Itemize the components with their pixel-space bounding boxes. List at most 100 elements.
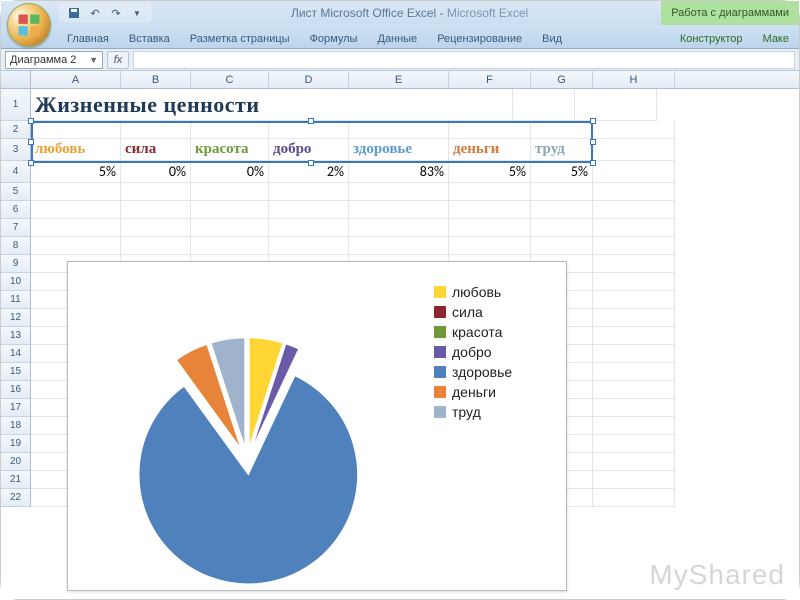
cell[interactable]	[593, 237, 675, 255]
selection-handle[interactable]	[28, 118, 34, 124]
cell[interactable]	[513, 89, 575, 121]
row-header[interactable]: 9	[1, 255, 31, 273]
fx-button[interactable]: fx	[107, 51, 129, 69]
select-all-corner[interactable]	[1, 71, 31, 88]
worksheet-grid[interactable]: A B C D E F G H 1Жизненные ценности23люб…	[1, 71, 799, 599]
row-header[interactable]: 7	[1, 219, 31, 237]
col-header[interactable]: B	[121, 71, 191, 88]
office-button[interactable]	[7, 3, 51, 47]
row-header[interactable]: 11	[1, 291, 31, 309]
cell[interactable]	[269, 201, 349, 219]
cell[interactable]: здоровье	[349, 139, 449, 161]
row-header[interactable]: 10	[1, 273, 31, 291]
row-header[interactable]: 6	[1, 201, 31, 219]
cell[interactable]	[121, 121, 191, 139]
name-box[interactable]: Диаграмма 2 ▼	[5, 51, 103, 69]
row-header[interactable]: 14	[1, 345, 31, 363]
cell[interactable]	[31, 237, 121, 255]
row-header[interactable]: 1	[1, 89, 31, 121]
col-header[interactable]: D	[269, 71, 349, 88]
cell[interactable]	[191, 183, 269, 201]
selection-handle[interactable]	[590, 118, 596, 124]
cell[interactable]: 5%	[531, 161, 593, 183]
cell[interactable]	[593, 291, 675, 309]
cell[interactable]	[593, 453, 675, 471]
cell[interactable]: любовь	[31, 139, 121, 161]
row-header[interactable]: 15	[1, 363, 31, 381]
chart-object[interactable]: любовьсилакрасотадоброздоровьеденьгитруд	[67, 261, 567, 591]
qat-dropdown-icon[interactable]: ▼	[128, 4, 146, 22]
selection-handle[interactable]	[308, 160, 314, 166]
col-header[interactable]: C	[191, 71, 269, 88]
row-header[interactable]: 22	[1, 489, 31, 507]
cell[interactable]: труд	[531, 139, 593, 161]
save-icon[interactable]	[65, 4, 83, 22]
row-header[interactable]: 3	[1, 139, 31, 161]
cell[interactable]	[531, 237, 593, 255]
cell[interactable]	[269, 237, 349, 255]
tab-chart-design[interactable]: Конструктор	[670, 29, 753, 48]
row-header[interactable]: 16	[1, 381, 31, 399]
cell[interactable]	[593, 399, 675, 417]
cell[interactable]	[531, 121, 593, 139]
row-header[interactable]: 4	[1, 161, 31, 183]
row-header[interactable]: 2	[1, 121, 31, 139]
cell[interactable]: 0%	[191, 161, 269, 183]
row-header[interactable]: 13	[1, 327, 31, 345]
cell[interactable]	[121, 219, 191, 237]
cell[interactable]	[269, 219, 349, 237]
cell[interactable]	[121, 201, 191, 219]
tab-home[interactable]: Главная	[57, 29, 119, 48]
cell[interactable]	[575, 89, 657, 121]
col-header[interactable]: F	[449, 71, 531, 88]
cell[interactable]	[593, 489, 675, 507]
cell[interactable]	[191, 237, 269, 255]
cell[interactable]	[531, 183, 593, 201]
tab-view[interactable]: Вид	[532, 29, 572, 48]
cell[interactable]	[31, 201, 121, 219]
cell[interactable]	[593, 273, 675, 291]
cell[interactable]	[191, 201, 269, 219]
row-header[interactable]: 5	[1, 183, 31, 201]
cell[interactable]	[593, 327, 675, 345]
tab-formulas[interactable]: Формулы	[300, 29, 368, 48]
cell[interactable]	[593, 201, 675, 219]
tab-data[interactable]: Данные	[367, 29, 427, 48]
formula-input[interactable]	[133, 51, 795, 69]
cell[interactable]: сила	[121, 139, 191, 161]
cell[interactable]	[31, 219, 121, 237]
tab-page-layout[interactable]: Разметка страницы	[180, 29, 300, 48]
chevron-down-icon[interactable]: ▼	[89, 55, 98, 65]
row-header[interactable]: 20	[1, 453, 31, 471]
cell[interactable]	[593, 139, 675, 161]
col-header[interactable]: H	[593, 71, 675, 88]
cell[interactable]: добро	[269, 139, 349, 161]
row-header[interactable]: 19	[1, 435, 31, 453]
col-header[interactable]: G	[531, 71, 593, 88]
cell[interactable]	[121, 237, 191, 255]
cell[interactable]	[531, 201, 593, 219]
cell[interactable]	[593, 309, 675, 327]
cell[interactable]	[431, 89, 513, 121]
selection-handle[interactable]	[590, 139, 596, 145]
cell[interactable]	[191, 219, 269, 237]
cell[interactable]	[449, 219, 531, 237]
cell[interactable]	[593, 471, 675, 489]
cell[interactable]	[449, 201, 531, 219]
selection-handle[interactable]	[28, 139, 34, 145]
cell[interactable]	[593, 219, 675, 237]
cell[interactable]: Жизненные ценности	[31, 89, 431, 121]
tab-review[interactable]: Рецензирование	[427, 29, 532, 48]
row-header[interactable]: 21	[1, 471, 31, 489]
cell[interactable]	[593, 121, 675, 139]
cell[interactable]	[593, 435, 675, 453]
cell[interactable]	[593, 255, 675, 273]
cell[interactable]	[593, 363, 675, 381]
selection-handle[interactable]	[308, 118, 314, 124]
tab-insert[interactable]: Вставка	[119, 29, 180, 48]
cell[interactable]: красота	[191, 139, 269, 161]
cell[interactable]	[531, 219, 593, 237]
cell[interactable]: 0%	[121, 161, 191, 183]
tab-chart-layout[interactable]: Маке	[753, 29, 799, 48]
cell[interactable]	[593, 417, 675, 435]
